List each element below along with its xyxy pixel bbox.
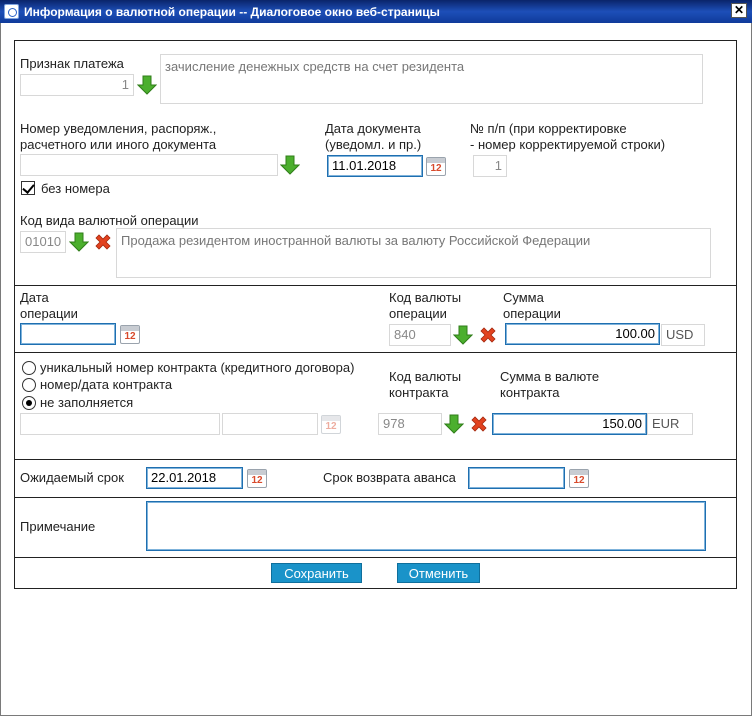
operation-date-label-line2: операции [20,306,78,321]
doc-date-label-line1: Дата документа [325,121,421,136]
contract-amount-label-line2: контракта [500,385,560,400]
close-button[interactable]: ✕ [731,3,747,18]
contract-currency-label-line2: контракта [389,385,449,400]
contract-option-none-label: не заполняется [40,395,134,410]
divider-after-term [14,497,737,498]
no-number-label: без номера [41,181,110,196]
save-button[interactable]: Сохранить [271,563,362,583]
payment-sign-code-input[interactable]: 1 [20,74,134,96]
operation-amount-label-line1: Сумма [503,290,544,305]
note-textarea[interactable] [146,501,706,551]
operation-date-label-line1: Дата [20,290,49,305]
payment-sign-label: Признак платежа [20,56,124,71]
divider-after-note [14,557,737,558]
contract-option-none-radio[interactable] [22,396,36,410]
notice-number-label-line2: расчетного или иного документа [20,137,217,152]
notice-number-select-arrow-icon[interactable] [280,155,300,175]
operation-amount-unit: USD [661,324,705,346]
expected-term-input[interactable]: 22.01.2018 [146,467,243,489]
operation-currency-label-line2: операции [389,306,447,321]
operation-kind-label: Код вида валютной операции [20,213,199,228]
operation-kind-select-arrow-icon[interactable] [69,232,89,252]
contract-amount-unit: EUR [647,413,693,435]
window-title: Информация о валютной операции -- Диалог… [24,5,440,19]
operation-kind-description: Продажа резидентом иностранной валюты за… [116,228,711,278]
contract-date-calendar-icon[interactable]: 12 [321,415,341,434]
notice-number-label-line1: Номер уведомления, распоряж., [20,121,217,136]
notice-number-input[interactable] [20,154,278,176]
doc-date-calendar-icon[interactable]: 12 [426,157,446,176]
operation-amount-label-line2: операции [503,306,561,321]
expected-term-calendar-icon[interactable]: 12 [247,469,267,488]
contract-currency-code-input[interactable]: 978 [378,413,442,435]
expected-term-label: Ожидаемый срок [20,470,124,485]
contract-option-unique-radio[interactable] [22,361,36,375]
contract-number-input[interactable] [20,413,220,435]
row-number-label-line1: № п/п (при корректировке [470,121,627,136]
row-number-input[interactable]: 1 [473,155,507,177]
contract-option-unique-label: уникальный номер контракта (кредитного д… [40,360,355,375]
advance-return-term-input[interactable] [468,467,565,489]
advance-return-term-calendar-icon[interactable]: 12 [569,469,589,488]
divider-after-operation-kind [14,285,737,286]
contract-amount-label-line1: Сумма в валюте [500,369,600,384]
payment-sign-description: зачисление денежных средств на счет рези… [160,54,703,104]
operation-date-calendar-icon[interactable]: 12 [120,325,140,344]
operation-currency-label-line1: Код валюты [389,290,462,305]
operation-amount-input[interactable]: 100.00 [505,323,660,345]
contract-amount-input[interactable]: 150.00 [492,413,647,435]
operation-kind-clear-icon[interactable] [93,232,113,252]
contract-date-input[interactable] [222,413,318,435]
operation-currency-clear-icon[interactable] [478,325,498,345]
divider-after-contract [14,459,737,460]
operation-currency-code-input[interactable]: 840 [389,324,451,346]
payment-sign-select-arrow-icon[interactable] [137,75,157,95]
divider-after-operation [14,352,737,353]
contract-currency-select-arrow-icon[interactable] [444,414,464,434]
operation-currency-select-arrow-icon[interactable] [453,325,473,345]
cancel-button[interactable]: Отменить [397,563,480,583]
operation-kind-code-input[interactable]: 01010 [20,231,66,253]
note-label: Примечание [20,519,96,534]
form-bottom-border [14,588,737,589]
ie-app-icon [4,4,19,19]
contract-currency-clear-icon[interactable] [469,414,489,434]
doc-date-input[interactable]: 11.01.2018 [327,155,423,177]
contract-option-number-date-radio[interactable] [22,378,36,392]
form-top-border [14,40,737,41]
operation-date-input[interactable] [20,323,116,345]
advance-return-term-label: Срок возврата аванса [323,470,456,485]
no-number-checkbox[interactable] [21,181,35,195]
contract-option-number-date-label: номер/дата контракта [40,377,173,392]
doc-date-label-line2: (уведомл. и пр.) [325,137,422,152]
row-number-label-line2: - номер корректируемой строки) [470,137,666,152]
contract-currency-label-line1: Код валюты [389,369,462,384]
title-bar: Информация о валютной операции -- Диалог… [0,0,752,23]
